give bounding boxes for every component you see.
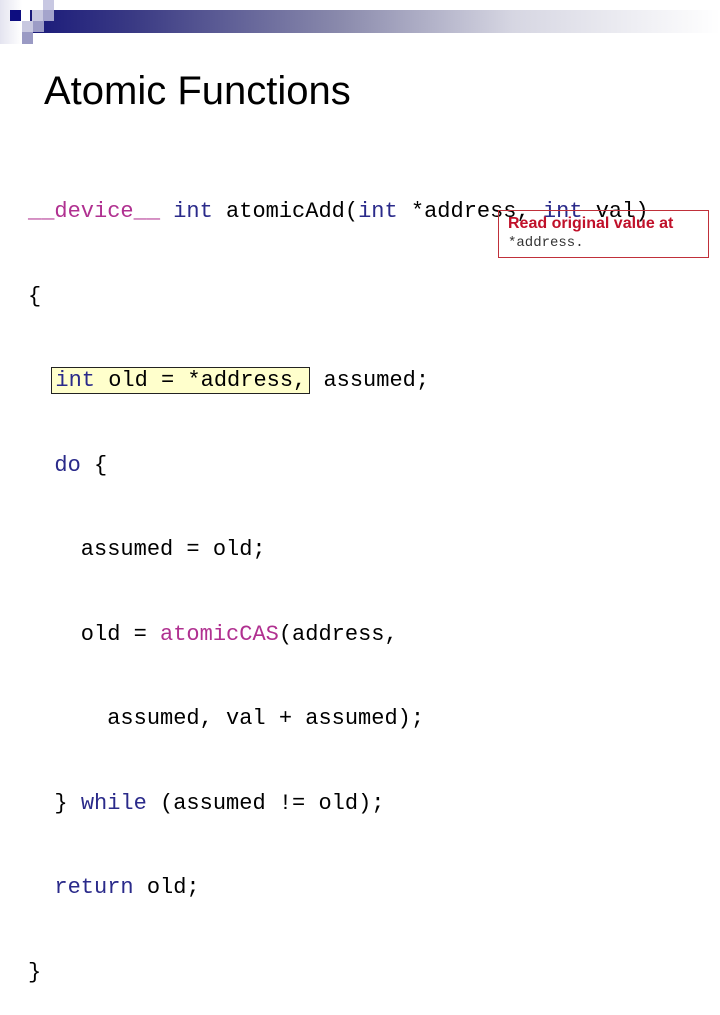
code-line: }: [28, 959, 42, 985]
decor-square: [22, 21, 33, 32]
code-line: do {: [28, 449, 649, 484]
code-text: assumed;: [310, 368, 430, 393]
decor-square: [0, 0, 22, 44]
code-text: (address,: [278, 621, 398, 647]
code-keyword: return: [54, 875, 134, 900]
annotation-code: *address.: [508, 235, 584, 251]
code-function: atomicCAS: [160, 621, 279, 647]
code-text: old =: [28, 621, 161, 647]
code-text: atomicAdd(: [212, 199, 359, 224]
highlighted-statement: int old = *address,: [51, 367, 311, 394]
code-line: assumed, val + assumed);: [28, 706, 425, 731]
code-text: (assumed != old);: [146, 790, 385, 816]
title-bar-gradient: [30, 10, 720, 33]
code-text: old = *address,: [95, 368, 307, 393]
code-block: __device__ int atomicAdd(int *address, i…: [28, 145, 649, 1015]
code-line: old = atomicCAS(address,: [28, 618, 649, 653]
code-keyword: while: [80, 790, 147, 816]
code-qualifier: __device__: [28, 199, 161, 224]
code-text: old;: [133, 875, 200, 900]
decor-square: [22, 32, 33, 44]
code-line: assumed = old;: [28, 537, 266, 562]
code-text: }: [28, 790, 81, 816]
code-text: {: [80, 452, 108, 478]
decor-square: [33, 21, 44, 32]
code-line: return old;: [28, 871, 649, 906]
code-keyword: do: [54, 452, 81, 478]
decor-square: [10, 10, 21, 21]
decor-square: [32, 10, 43, 21]
code-line: } while (assumed != old);: [28, 787, 649, 822]
annotation-callout: Read original value at *address.: [498, 210, 709, 258]
code-keyword: int: [358, 199, 398, 224]
annotation-title: Read original value at: [508, 215, 674, 232]
code-line: {: [28, 283, 42, 309]
slide-title: Atomic Functions: [44, 69, 351, 113]
code-line: int old = *address, assumed;: [28, 364, 649, 399]
decor-square: [43, 10, 54, 21]
code-keyword: int: [55, 368, 96, 393]
code-keyword: int: [173, 199, 213, 224]
